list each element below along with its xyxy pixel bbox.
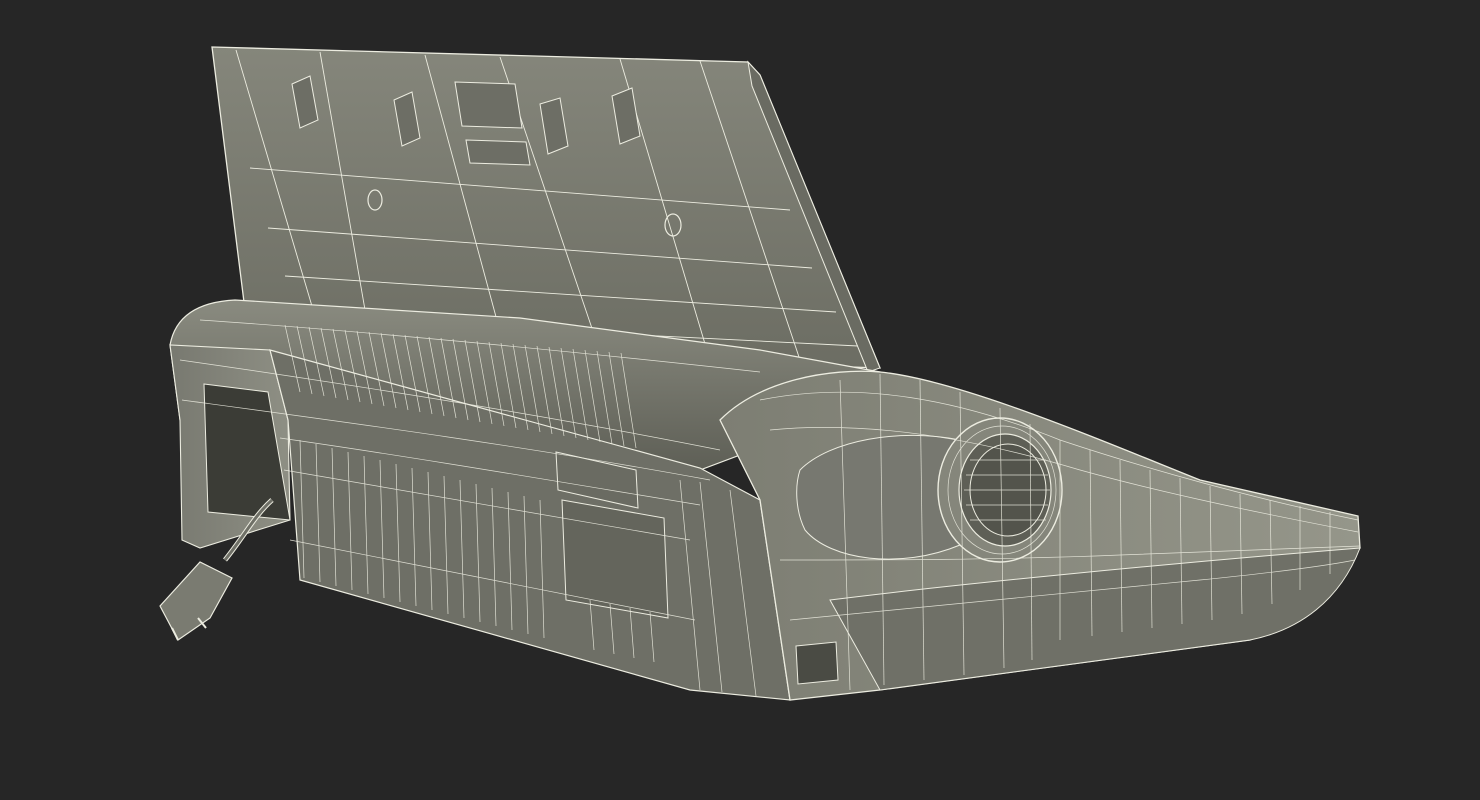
printer-body xyxy=(169,299,1361,701)
render-viewport xyxy=(0,0,1480,800)
connector-slot xyxy=(795,641,839,685)
side-panel xyxy=(561,499,669,619)
wireframe-printer-model xyxy=(159,46,1361,701)
power-plug xyxy=(159,561,233,641)
